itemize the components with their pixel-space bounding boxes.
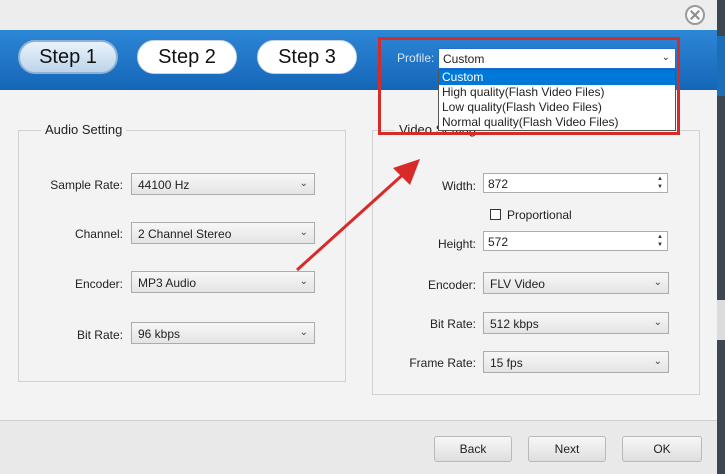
arrow-up-icon[interactable]: ▲ — [654, 175, 666, 183]
converter-dialog: Step 1 Step 2 Step 3 Profile: Custom ⌄ A… — [0, 0, 717, 474]
audio-bit-rate-value: 96 kbps — [138, 327, 181, 341]
sample-rate-value: 44100 Hz — [138, 178, 190, 192]
profile-label: Profile: — [397, 51, 435, 65]
close-icon[interactable] — [685, 5, 705, 25]
profile-option-normal-quality[interactable]: Normal quality(Flash Video Files) — [439, 115, 675, 130]
frame-rate-select[interactable]: 15 fps ⌄ — [483, 351, 669, 373]
height-stepper[interactable]: ▲ ▼ — [654, 233, 666, 249]
title-bar — [0, 0, 717, 30]
audio-encoder-label: Encoder: — [74, 277, 123, 291]
proportional-checkbox[interactable] — [490, 209, 501, 220]
back-button[interactable]: Back — [434, 436, 512, 462]
height-label: Height: — [437, 237, 476, 251]
channel-value: 2 Channel Stereo — [138, 227, 232, 241]
chevron-down-icon: ⌄ — [299, 327, 308, 338]
chevron-down-icon: ⌄ — [299, 276, 308, 287]
ok-button[interactable]: OK — [622, 436, 702, 462]
height-input[interactable]: 572 ▲ ▼ — [483, 231, 668, 251]
width-stepper[interactable]: ▲ ▼ — [654, 175, 666, 191]
profile-dropdown-list: Custom High quality(Flash Video Files) L… — [438, 69, 676, 131]
settings-area: Audio Setting Sample Rate: 44100 Hz ⌄ Ch… — [0, 90, 717, 420]
chevron-down-icon: ⌄ — [299, 227, 308, 238]
background-panel — [717, 300, 725, 340]
chevron-down-icon: ⌄ — [299, 178, 308, 189]
video-encoder-value: FLV Video — [490, 277, 545, 291]
video-encoder-label: Encoder: — [427, 278, 476, 292]
audio-bit-rate-label: Bit Rate: — [76, 328, 123, 342]
chevron-down-icon: ⌄ — [653, 277, 662, 288]
video-bit-rate-select[interactable]: 512 kbps ⌄ — [483, 312, 669, 334]
chevron-down-icon: ⌄ — [653, 356, 662, 367]
height-value: 572 — [488, 235, 509, 249]
frame-rate-value: 15 fps — [490, 356, 523, 370]
width-input[interactable]: 872 ▲ ▼ — [483, 173, 668, 193]
arrow-down-icon[interactable]: ▼ — [654, 241, 666, 249]
video-bit-rate-value: 512 kbps — [490, 317, 539, 331]
sample-rate-label: Sample Rate: — [50, 178, 123, 192]
arrow-down-icon[interactable]: ▼ — [654, 183, 666, 191]
arrow-up-icon[interactable]: ▲ — [654, 233, 666, 241]
profile-selected-value: Custom — [443, 52, 485, 66]
audio-bit-rate-select[interactable]: 96 kbps ⌄ — [131, 322, 315, 344]
profile-option-high-quality[interactable]: High quality(Flash Video Files) — [439, 85, 675, 100]
audio-setting-title: Audio Setting — [41, 122, 127, 137]
channel-label: Channel: — [74, 227, 123, 241]
audio-encoder-value: MP3 Audio — [138, 276, 197, 290]
frame-rate-label: Frame Rate: — [409, 356, 476, 370]
video-bit-rate-label: Bit Rate: — [429, 317, 476, 331]
step-1-button[interactable]: Step 1 — [18, 40, 118, 74]
step-3-button[interactable]: Step 3 — [257, 40, 357, 74]
proportional-label: Proportional — [507, 208, 572, 222]
next-button[interactable]: Next — [528, 436, 606, 462]
footer-bar: Back Next OK — [0, 420, 717, 474]
video-encoder-select[interactable]: FLV Video ⌄ — [483, 272, 669, 294]
profile-select[interactable]: Custom ⌄ — [438, 48, 676, 69]
audio-encoder-select[interactable]: MP3 Audio ⌄ — [131, 271, 315, 293]
width-value: 872 — [488, 177, 509, 191]
audio-setting-group: Audio Setting Sample Rate: 44100 Hz ⌄ Ch… — [18, 122, 346, 382]
video-setting-group: Video Setting Width: 872 ▲ ▼ Proportiona… — [372, 122, 700, 395]
channel-select[interactable]: 2 Channel Stereo ⌄ — [131, 222, 315, 244]
background-window-edge — [717, 0, 725, 474]
background-accent — [717, 36, 725, 96]
step-2-button[interactable]: Step 2 — [137, 40, 237, 74]
width-label: Width: — [441, 179, 476, 193]
profile-option-low-quality[interactable]: Low quality(Flash Video Files) — [439, 100, 675, 115]
sample-rate-select[interactable]: 44100 Hz ⌄ — [131, 173, 315, 195]
profile-option-custom[interactable]: Custom — [439, 70, 675, 85]
chevron-down-icon: ⌄ — [653, 317, 662, 328]
chevron-down-icon: ⌄ — [661, 52, 670, 63]
